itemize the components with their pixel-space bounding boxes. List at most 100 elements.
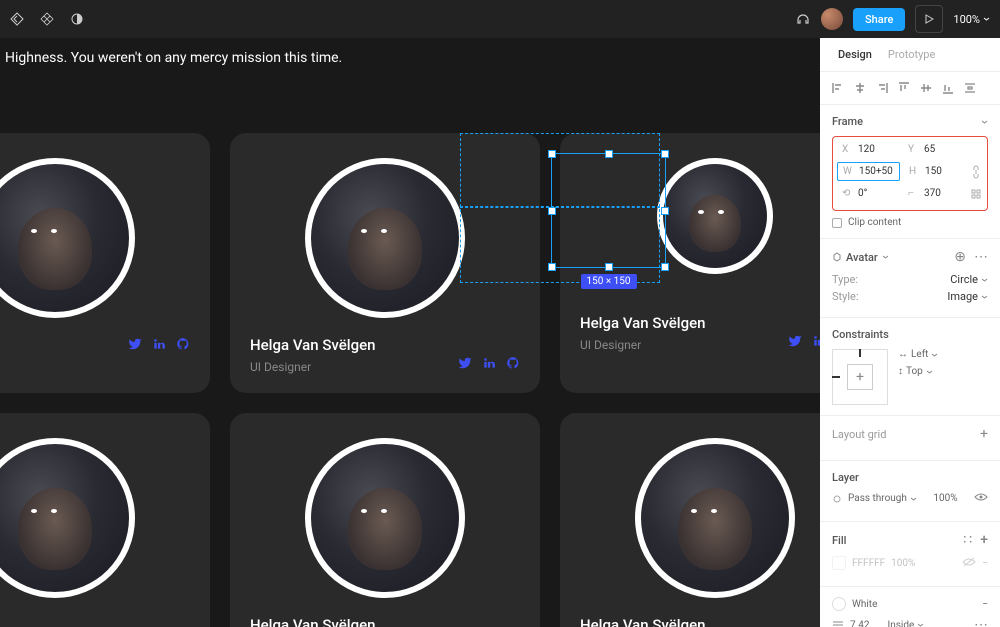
stroke-align-dropdown[interactable]: Inside bbox=[888, 620, 925, 627]
avatar-circle bbox=[657, 158, 773, 274]
profile-card[interactable] bbox=[0, 413, 210, 627]
avatar-type-dropdown[interactable]: Circle bbox=[950, 273, 988, 286]
profile-card[interactable]: Helga Van Svëlgen UI Designer bbox=[230, 133, 540, 393]
remove-fill-icon[interactable]: − bbox=[982, 558, 988, 569]
undo-icon[interactable] bbox=[10, 12, 24, 26]
constraints-diagram[interactable] bbox=[832, 349, 888, 405]
width-input[interactable]: W150+50 bbox=[837, 162, 900, 181]
x-input[interactable]: X120 bbox=[837, 141, 899, 158]
profile-card[interactable] bbox=[0, 133, 210, 393]
tab-prototype[interactable]: Prototype bbox=[880, 38, 943, 71]
present-button[interactable] bbox=[915, 5, 943, 33]
remove-stroke-icon[interactable]: − bbox=[982, 599, 988, 610]
social-icons bbox=[128, 336, 190, 355]
align-left-icon[interactable] bbox=[830, 80, 846, 96]
avatar-circle bbox=[0, 158, 135, 318]
avatar-circle bbox=[0, 438, 135, 598]
frame-props-highlighted: X120 Y65 W150+50 H150 ⟲0° ⌐370 bbox=[832, 136, 988, 211]
align-bottom-icon[interactable] bbox=[940, 80, 956, 96]
fill-styles-icon[interactable]: ∷ bbox=[963, 532, 972, 548]
constraints-header: Constraints bbox=[832, 328, 988, 341]
tab-design[interactable]: Design bbox=[830, 38, 880, 71]
avatar-circle bbox=[635, 438, 795, 598]
avatar-style-dropdown[interactable]: Image bbox=[947, 290, 988, 303]
y-input[interactable]: Y65 bbox=[903, 141, 965, 158]
layer-section: Layer Pass through 100% bbox=[820, 461, 1000, 522]
fill-visibility-icon[interactable] bbox=[962, 557, 976, 570]
github-icon[interactable] bbox=[176, 336, 190, 355]
toolbar-right-group: Share 100% bbox=[795, 5, 990, 33]
link-dimensions-icon[interactable] bbox=[969, 162, 983, 181]
social-icons bbox=[458, 355, 520, 374]
linkedin-icon[interactable] bbox=[152, 336, 166, 355]
rotation-input[interactable]: ⟲0° bbox=[837, 185, 899, 202]
linkedin-icon[interactable] bbox=[812, 333, 820, 352]
stroke-weight-icon bbox=[832, 620, 844, 627]
add-layout-grid-icon[interactable]: + bbox=[980, 426, 988, 442]
radius-input[interactable]: ⌐370 bbox=[903, 185, 965, 202]
height-input[interactable]: H150 bbox=[904, 162, 965, 181]
panel-tabs: Design Prototype bbox=[820, 38, 1000, 72]
alignment-row bbox=[820, 72, 1000, 105]
card-role: UI Designer bbox=[580, 338, 706, 352]
share-button[interactable]: Share bbox=[853, 8, 905, 31]
blend-mode-dropdown[interactable]: Pass through bbox=[848, 493, 917, 504]
layer-opacity-input[interactable]: 100% bbox=[933, 493, 957, 504]
avatar-section: Avatar ⊕⋯ Type: Circle Style: Image bbox=[820, 239, 1000, 318]
twitter-icon[interactable] bbox=[788, 333, 802, 352]
component-menu-icon[interactable]: ⋯ bbox=[974, 249, 988, 265]
constraint-h-dropdown[interactable]: ↔ Left bbox=[898, 349, 938, 360]
profile-card[interactable]: Helga Van Svëlgen bbox=[560, 413, 820, 627]
layout-grid-header[interactable]: Layout grid+ bbox=[832, 426, 988, 442]
frame-header[interactable]: Frame bbox=[832, 115, 988, 128]
components-icon[interactable] bbox=[40, 12, 54, 26]
frame-section: Frame X120 Y65 W150+50 H150 ⟲0° ⌐370 Cli… bbox=[820, 105, 1000, 239]
stroke-menu-icon[interactable]: ⋯ bbox=[974, 617, 988, 627]
avatar-header[interactable]: Avatar ⊕⋯ bbox=[832, 249, 988, 265]
toolbar-left-group bbox=[10, 12, 84, 26]
stroke-swatch[interactable] bbox=[832, 597, 846, 611]
layout-grid-section: Layout grid+ bbox=[820, 416, 1000, 461]
properties-panel: Design Prototype Frame X120 Y65 W150+50 … bbox=[820, 38, 1000, 627]
fill-swatch[interactable] bbox=[832, 556, 846, 570]
profile-card[interactable]: Helga Van Svëlgen UI Designer bbox=[560, 133, 820, 393]
card-name: Helga Van Svëlgen bbox=[580, 314, 706, 332]
fill-opacity-input[interactable]: 100% bbox=[891, 558, 915, 569]
user-avatar[interactable] bbox=[821, 8, 843, 30]
top-toolbar: Share 100% bbox=[0, 0, 1000, 38]
twitter-icon[interactable] bbox=[128, 336, 142, 355]
layer-header: Layer bbox=[832, 471, 988, 484]
zoom-dropdown[interactable]: 100% bbox=[953, 13, 990, 26]
contrast-icon[interactable] bbox=[70, 12, 84, 26]
headphones-icon[interactable] bbox=[795, 11, 811, 27]
stroke-section: White − 7.42 Inside ⋯ bbox=[820, 587, 1000, 627]
visibility-toggle-icon[interactable] bbox=[974, 492, 988, 505]
linkedin-icon[interactable] bbox=[482, 355, 496, 374]
twitter-icon[interactable] bbox=[458, 355, 472, 374]
card-name: Helga Van Svëlgen bbox=[250, 616, 376, 627]
avatar-circle bbox=[305, 158, 465, 318]
align-top-icon[interactable] bbox=[896, 80, 912, 96]
stroke-weight-input[interactable]: 7.42 bbox=[850, 620, 870, 627]
align-center-h-icon[interactable] bbox=[852, 80, 868, 96]
blend-mode-icon bbox=[832, 494, 842, 504]
constraint-v-dropdown[interactable]: ↕ Top bbox=[898, 366, 938, 377]
clip-content-checkbox[interactable]: Clip content bbox=[832, 217, 988, 228]
github-icon[interactable] bbox=[506, 355, 520, 374]
align-center-v-icon[interactable] bbox=[918, 80, 934, 96]
header-text-fragment: Highness. You weren't on any mercy missi… bbox=[5, 50, 342, 66]
add-fill-icon[interactable]: + bbox=[980, 532, 988, 548]
card-role: UI Designer bbox=[250, 360, 376, 374]
canvas-area[interactable]: Highness. You weren't on any mercy missi… bbox=[0, 38, 820, 627]
fill-header: Fill∷+ bbox=[832, 532, 988, 548]
fill-section: Fill∷+ FFFFFF 100% − bbox=[820, 522, 1000, 587]
go-to-main-icon[interactable]: ⊕ bbox=[954, 249, 966, 265]
independent-corners-icon[interactable] bbox=[969, 185, 983, 202]
fill-hex-input[interactable]: FFFFFF bbox=[852, 558, 885, 569]
distribute-icon[interactable] bbox=[962, 80, 978, 96]
constraints-section: Constraints ↔ Left ↕ Top bbox=[820, 318, 1000, 416]
avatar-circle bbox=[305, 438, 465, 598]
align-right-icon[interactable] bbox=[874, 80, 890, 96]
profile-card[interactable]: Helga Van Svëlgen bbox=[230, 413, 540, 627]
stroke-color-label[interactable]: White bbox=[852, 599, 877, 610]
